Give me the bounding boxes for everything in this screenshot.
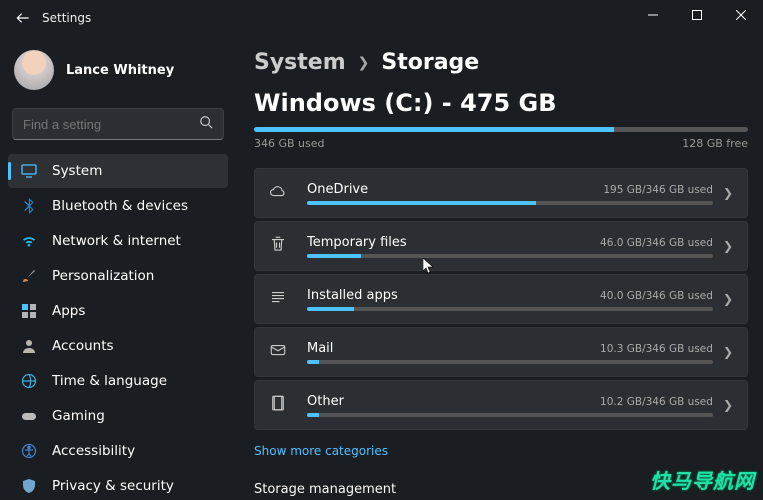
chevron-right-icon: ❯ (723, 398, 733, 412)
sidebar-item-apps[interactable]: Apps (8, 294, 228, 328)
category-bar (307, 413, 713, 417)
system-icon (20, 162, 38, 180)
sidebar-item-network[interactable]: Network & internet (8, 224, 228, 258)
category-bar (307, 360, 713, 364)
storage-category-item[interactable]: Temporary files 46.0 GB/346 GB used ❯ (254, 221, 748, 271)
avatar (14, 50, 54, 90)
sidebar: Lance Whitney System Bluetooth & devices… (0, 36, 236, 500)
category-icon (269, 288, 307, 310)
category-name: Installed apps (307, 288, 398, 303)
sidebar-item-bluetooth[interactable]: Bluetooth & devices (8, 189, 228, 223)
paintbrush-icon (20, 267, 38, 285)
nav-label: Bluetooth & devices (52, 198, 188, 214)
chevron-right-icon: ❯ (358, 55, 370, 71)
drive-title: Windows (C:) - 475 GB (254, 89, 739, 117)
titlebar: Settings (0, 0, 763, 36)
window-title: Settings (42, 11, 91, 25)
back-button[interactable] (8, 3, 38, 33)
bluetooth-icon (20, 197, 38, 215)
category-usage: 10.2 GB/346 GB used (600, 396, 713, 408)
sidebar-item-gaming[interactable]: Gaming (8, 399, 228, 433)
chevron-right-icon: ❯ (723, 292, 733, 306)
category-icon (269, 182, 307, 204)
storage-category-list: OneDrive195 GB/346 GB used❯Temporary fil… (254, 168, 748, 430)
sidebar-item-accessibility[interactable]: Accessibility (8, 434, 228, 468)
show-more-link[interactable]: Show more categories (254, 444, 739, 458)
wifi-icon (20, 232, 38, 250)
search-icon (199, 115, 213, 133)
category-name: OneDrive (307, 182, 368, 197)
watermark: 快马导航网 (650, 465, 755, 494)
chevron-right-icon: ❯ (723, 186, 733, 200)
nav-label: Network & internet (52, 233, 181, 249)
gaming-icon (20, 407, 38, 425)
sidebar-item-personalization[interactable]: Personalization (8, 259, 228, 293)
sidebar-item-privacy[interactable]: Privacy & security (8, 469, 228, 500)
category-usage: 10.3 GB/346 GB used (600, 343, 713, 355)
breadcrumb: System ❯ Storage (254, 50, 739, 75)
chevron-right-icon: ❯ (723, 345, 733, 359)
category-icon (269, 235, 307, 257)
sidebar-item-time[interactable]: Time & language (8, 364, 228, 398)
category-usage: 40.0 GB/346 GB used (600, 290, 713, 302)
sidebar-item-accounts[interactable]: Accounts (8, 329, 228, 363)
storage-category-item[interactable]: OneDrive 195 GB/346 GB used ❯ (254, 168, 748, 218)
globe-clock-icon (20, 372, 38, 390)
nav-label: Apps (52, 303, 85, 319)
close-button[interactable] (719, 0, 763, 30)
minimize-button[interactable] (631, 0, 675, 30)
nav-label: Time & language (52, 373, 167, 389)
category-icon (269, 341, 307, 363)
nav-label: Personalization (52, 268, 154, 284)
category-usage: 46.0 GB/346 GB used (600, 237, 713, 249)
shield-icon (20, 477, 38, 495)
drive-usage-bar (254, 127, 748, 132)
breadcrumb-parent[interactable]: System (254, 50, 346, 75)
nav-list: System Bluetooth & devices Network & int… (8, 154, 228, 500)
nav-label: Privacy & security (52, 478, 174, 494)
category-bar (307, 307, 713, 311)
category-name: Temporary files (307, 235, 407, 250)
storage-category-item[interactable]: Other 10.2 GB/346 GB used ❯ (254, 380, 748, 430)
nav-label: Gaming (52, 408, 105, 424)
category-icon (269, 394, 307, 416)
person-icon (20, 337, 38, 355)
category-name: Mail (307, 341, 333, 356)
search-input[interactable] (12, 108, 224, 140)
breadcrumb-current: Storage (381, 50, 479, 75)
nav-label: Accounts (52, 338, 114, 354)
category-usage: 195 GB/346 GB used (603, 184, 713, 196)
apps-icon (20, 302, 38, 320)
user-profile[interactable]: Lance Whitney (8, 44, 228, 104)
storage-category-item[interactable]: Installed apps 40.0 GB/346 GB used ❯ (254, 274, 748, 324)
category-name: Other (307, 394, 344, 409)
user-name: Lance Whitney (66, 63, 174, 78)
storage-category-item[interactable]: Mail 10.3 GB/346 GB used ❯ (254, 327, 748, 377)
drive-free-label: 128 GB free (682, 137, 748, 150)
category-bar (307, 254, 713, 258)
category-bar (307, 201, 713, 205)
nav-label: System (52, 163, 102, 179)
chevron-right-icon: ❯ (723, 239, 733, 253)
nav-label: Accessibility (52, 443, 135, 459)
accessibility-icon (20, 442, 38, 460)
drive-used-label: 346 GB used (254, 137, 325, 150)
search-field[interactable] (23, 117, 199, 132)
main-content: System ❯ Storage Windows (C:) - 475 GB 3… (236, 36, 763, 500)
sidebar-item-system[interactable]: System (8, 154, 228, 188)
maximize-button[interactable] (675, 0, 719, 30)
